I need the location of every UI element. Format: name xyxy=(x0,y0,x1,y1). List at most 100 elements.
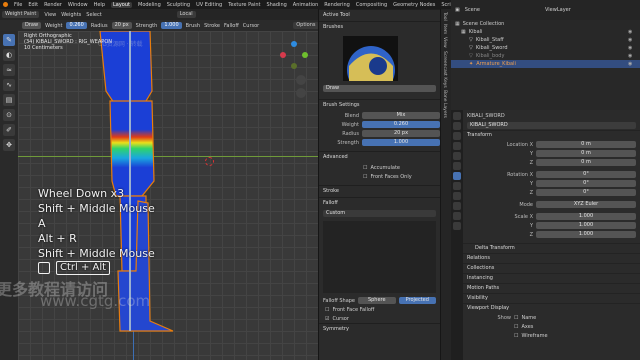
menu-cursor[interactable]: Cursor xyxy=(243,23,259,29)
front-faces-checkbox[interactable]: ☐ xyxy=(363,174,367,180)
smear-tool-icon[interactable]: ∿ xyxy=(3,79,15,91)
accumulate-checkbox[interactable]: ☐ xyxy=(363,165,367,171)
view-layer-selector[interactable]: ViewLayer xyxy=(545,7,571,13)
radius-slider[interactable]: 20 px xyxy=(362,130,440,137)
delta-transform-header[interactable]: Delta Transform xyxy=(463,243,640,253)
outliner-item[interactable]: ▦ Kibali ◉ xyxy=(451,28,640,36)
draw-tool-icon[interactable]: ✎ xyxy=(3,34,15,46)
outliner-item[interactable]: ▽ Kibali_Sword ◉ xyxy=(451,44,640,52)
options-button[interactable]: Options xyxy=(293,22,319,29)
brush-name-field[interactable]: Draw xyxy=(323,85,436,92)
physics-props-icon[interactable] xyxy=(453,192,461,200)
outliner-item-selected[interactable]: ✦ Armature_Kibali ◉ xyxy=(451,60,640,68)
tab-view[interactable]: View xyxy=(442,37,447,48)
symmetry-header[interactable]: Symmetry xyxy=(319,323,440,335)
tab-sculpting[interactable]: Sculpting xyxy=(167,2,190,8)
strength-slider[interactable]: 1.000 xyxy=(362,139,440,146)
output-props-icon[interactable] xyxy=(453,132,461,140)
name-checkbox[interactable]: ☐ xyxy=(514,315,518,321)
menu-view[interactable]: View xyxy=(44,12,56,18)
tab-layout[interactable]: Layout xyxy=(111,1,132,8)
tab-screencast-keys[interactable]: Screencast Keys xyxy=(442,51,447,88)
3d-cursor-icon[interactable] xyxy=(205,157,214,166)
blur-tool-icon[interactable]: ◐ xyxy=(3,49,15,61)
menu-select[interactable]: Select xyxy=(86,12,101,18)
tab-modeling[interactable]: Modeling xyxy=(138,2,161,8)
active-tool-header[interactable]: Active Tool xyxy=(319,9,440,21)
sphere-option[interactable]: Sphere xyxy=(358,297,396,304)
gradient-tool-icon[interactable]: ▤ xyxy=(3,94,15,106)
radius-field[interactable]: 20 px xyxy=(111,22,132,29)
location-x-field[interactable]: 0 m xyxy=(536,141,636,148)
rotation-z-field[interactable]: 0° xyxy=(536,189,636,196)
orientation-selector[interactable]: Local xyxy=(176,11,196,18)
zoom-icon[interactable] xyxy=(296,75,306,85)
brush-preview[interactable] xyxy=(343,36,398,81)
eye-icon[interactable]: ◉ xyxy=(628,52,640,60)
tab-item[interactable]: Item xyxy=(442,24,447,34)
scene-collection[interactable]: ▦ Scene Collection xyxy=(451,20,640,28)
axes-checkbox[interactable]: ☐ xyxy=(514,324,518,330)
menu-window[interactable]: Window xyxy=(68,2,88,8)
falloff-curve-editor[interactable] xyxy=(323,221,436,293)
wireframe-checkbox[interactable]: ☐ xyxy=(514,333,518,339)
cursor-checkbox[interactable]: ☑ xyxy=(325,316,329,322)
eye-icon[interactable]: ◉ xyxy=(628,44,640,52)
brush-settings-header[interactable]: Brush Settings xyxy=(319,99,440,111)
tool-props-icon[interactable] xyxy=(453,112,461,120)
brushes-header[interactable]: Brushes xyxy=(319,21,440,33)
viewport-display-header[interactable]: Viewport Display xyxy=(463,303,640,313)
z-axis-icon[interactable] xyxy=(291,41,297,47)
scene-props-icon[interactable] xyxy=(453,152,461,160)
rotation-x-field[interactable]: 0° xyxy=(536,171,636,178)
constraint-props-icon[interactable] xyxy=(453,202,461,210)
pan-icon[interactable] xyxy=(296,88,306,98)
scale-x-field[interactable]: 1.000 xyxy=(536,213,636,220)
navigation-gizmo[interactable] xyxy=(280,41,308,69)
strength-field[interactable]: 1.000 xyxy=(161,22,182,29)
render-props-icon[interactable] xyxy=(453,122,461,130)
tab-tool[interactable]: Tool xyxy=(442,12,447,21)
object-name-field[interactable]: KIBALI_SWORD xyxy=(467,122,636,129)
menu-brush[interactable]: Brush xyxy=(186,23,200,29)
menu-falloff[interactable]: Falloff xyxy=(224,23,239,29)
modifier-props-icon[interactable] xyxy=(453,182,461,190)
scene-selector[interactable]: Scene xyxy=(465,7,480,13)
location-z-field[interactable]: 0 m xyxy=(536,159,636,166)
rotation-y-field[interactable]: 0° xyxy=(536,180,636,187)
brush-selector[interactable]: Draw xyxy=(22,22,42,29)
weight-slider[interactable]: 0.260 xyxy=(362,121,440,128)
relations-header[interactable]: Relations xyxy=(463,253,640,263)
visibility-header[interactable]: Visibility xyxy=(463,293,640,303)
mode-selector[interactable]: Weight Paint xyxy=(2,11,40,18)
front-face-falloff-checkbox[interactable]: ☐ xyxy=(325,307,329,313)
sample-weight-icon[interactable]: ⊙ xyxy=(3,109,15,121)
transform-tool-icon[interactable]: ✥ xyxy=(3,139,15,151)
annotate-tool-icon[interactable]: ✐ xyxy=(3,124,15,136)
menu-help[interactable]: Help xyxy=(94,2,105,8)
material-props-icon[interactable] xyxy=(453,222,461,230)
projected-option[interactable]: Projected xyxy=(398,297,437,304)
scale-z-field[interactable]: 1.000 xyxy=(536,231,636,238)
menu-file[interactable]: File xyxy=(14,2,22,8)
weight-field[interactable]: 0.260 xyxy=(66,22,87,29)
stroke-header[interactable]: Stroke xyxy=(319,185,440,197)
blend-dropdown[interactable]: Mix xyxy=(362,112,440,119)
outliner-item[interactable]: ▽ Kibali_Staff ◉ xyxy=(451,36,640,44)
object-props-icon[interactable] xyxy=(453,172,461,180)
eye-icon[interactable]: ◉ xyxy=(628,28,640,36)
tab-animation[interactable]: Animation xyxy=(293,2,319,8)
view-layer-props-icon[interactable] xyxy=(453,142,461,150)
blender-logo-icon[interactable] xyxy=(3,2,8,7)
menu-stroke[interactable]: Stroke xyxy=(204,23,220,29)
tab-bone-layers[interactable]: Bone Layers xyxy=(442,90,447,118)
y-axis-icon[interactable] xyxy=(302,52,308,58)
eye-icon[interactable]: ◉ xyxy=(628,36,640,44)
tab-texture-paint[interactable]: Texture Paint xyxy=(228,2,260,8)
world-props-icon[interactable] xyxy=(453,162,461,170)
rotation-mode-dropdown[interactable]: XYZ Euler xyxy=(536,201,636,208)
scale-y-field[interactable]: 1.000 xyxy=(536,222,636,229)
curve-preset-dropdown[interactable]: Custom xyxy=(323,210,436,217)
menu-render[interactable]: Render xyxy=(44,2,62,8)
collections-header[interactable]: Collections xyxy=(463,263,640,273)
